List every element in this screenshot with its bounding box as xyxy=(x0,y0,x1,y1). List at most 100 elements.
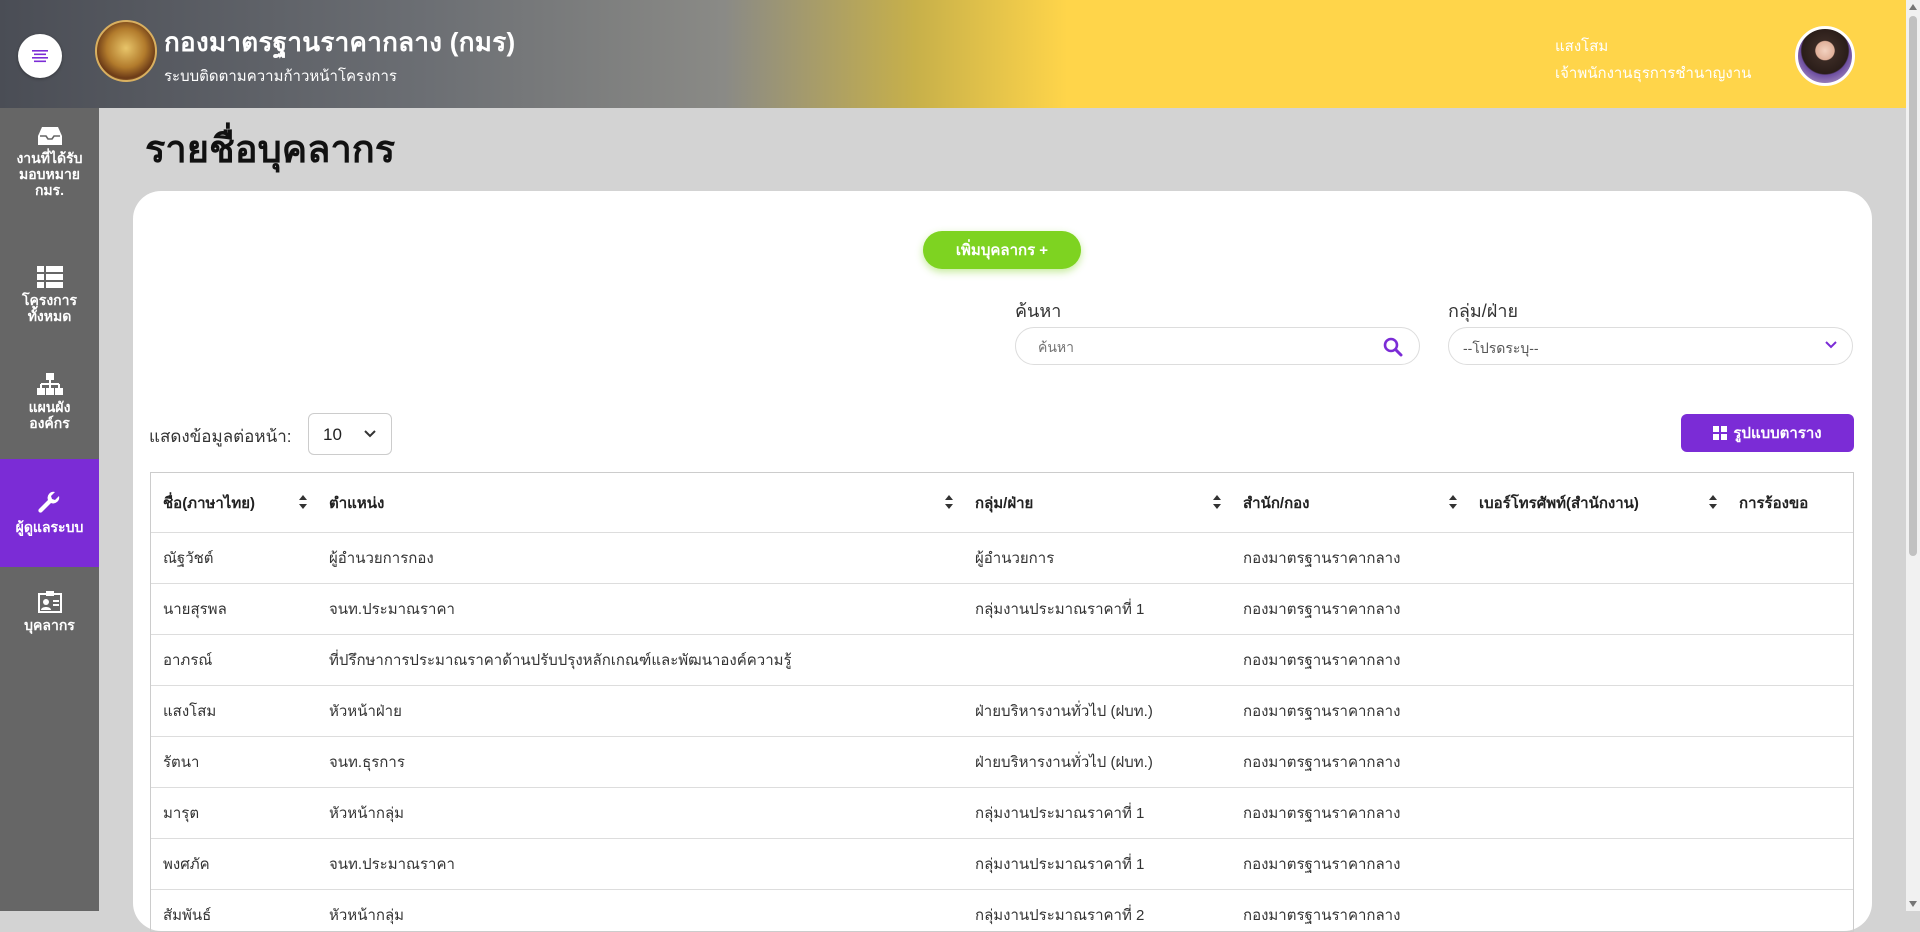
search-field[interactable] xyxy=(1015,327,1420,365)
sort-icon xyxy=(1213,495,1221,509)
table-row[interactable]: มารุต หัวหน้ากลุ่ม กลุ่มงานประมาณราคาที่… xyxy=(151,788,1853,839)
cell-group: ฝ่ายบริหารงานทั่วไป (ฝบท.) xyxy=(963,686,1231,737)
cell-request xyxy=(1727,584,1853,635)
sidebar-item-label: งานที่ได้รับมอบหมาย กมร. xyxy=(10,150,90,198)
menu-icon xyxy=(31,49,49,63)
sidebar-item-personnel[interactable]: บุคลากร xyxy=(0,591,99,651)
sort-icon xyxy=(1449,495,1457,509)
cell-office: กองมาตรฐานราคากลาง xyxy=(1231,737,1467,788)
group-label: กลุ่ม/ฝ่าย xyxy=(1448,296,1518,325)
cell-position: จนท.ประมาณราคา xyxy=(317,839,963,890)
cell-phone xyxy=(1467,635,1727,686)
menu-toggle-button[interactable] xyxy=(18,34,62,78)
scroll-up-arrow[interactable] xyxy=(1909,4,1917,10)
table-row[interactable]: นายสุรพล จนท.ประมาณราคา กลุ่มงานประมาณรา… xyxy=(151,584,1853,635)
app-subtitle: ระบบติดตามความก้าวหน้าโครงการ xyxy=(164,64,397,88)
sidebar-item-admin[interactable]: ผู้ดูแลระบบ xyxy=(0,459,99,567)
cell-name: พงศภัค xyxy=(151,839,317,890)
cell-position: ที่ปรึกษาการประมาณราคาด้านปรับปรุงหลักเก… xyxy=(317,635,963,686)
table-view-label: รูปแบบตาราง xyxy=(1733,421,1821,445)
perpage-label: แสดงข้อมูลต่อหน้า: xyxy=(149,423,291,450)
cell-group: ฝ่ายบริหารงานทั่วไป (ฝบท.) xyxy=(963,737,1231,788)
cell-group: กลุ่มงานประมาณราคาที่ 1 xyxy=(963,839,1231,890)
cell-group: กลุ่มงานประมาณราคาที่ 1 xyxy=(963,584,1231,635)
table-row[interactable]: อาภรณ์ ที่ปรึกษาการประมาณราคาด้านปรับปรุ… xyxy=(151,635,1853,686)
personnel-table: ชื่อ(ภาษาไทย) ตำแหน่ง กลุ่ม/ฝ่าย สำนัก/ก… xyxy=(150,472,1854,932)
page-title: รายชื่อบุคลากร xyxy=(145,118,395,179)
search-icon xyxy=(1383,337,1403,357)
department-seal-logo xyxy=(95,20,157,82)
cell-name: แสงโสม xyxy=(151,686,317,737)
sort-icon xyxy=(299,495,307,509)
sidebar-item-label: บุคลากร xyxy=(10,617,90,633)
cell-position: หัวหน้าฝ่าย xyxy=(317,686,963,737)
cell-request xyxy=(1727,635,1853,686)
cell-office: กองมาตรฐานราคากลาง xyxy=(1231,584,1467,635)
add-personnel-button[interactable]: เพิ่มบุคลากร + xyxy=(923,231,1081,269)
user-role: เจ้าพนักงานธุรการชำนาญงาน xyxy=(1555,61,1751,85)
cell-position: ผู้อำนวยการกอง xyxy=(317,533,963,584)
perpage-select[interactable]: 10 xyxy=(308,413,392,455)
cell-office: กองมาตรฐานราคากลาง xyxy=(1231,533,1467,584)
sidebar-item-label: ผู้ดูแลระบบ xyxy=(10,519,90,535)
org-chart-icon xyxy=(37,373,63,395)
cell-office: กองมาตรฐานราคากลาง xyxy=(1231,686,1467,737)
user-name: แสงโสม xyxy=(1555,34,1608,58)
group-select[interactable]: --โปรดระบุ-- xyxy=(1448,327,1853,365)
cell-phone xyxy=(1467,533,1727,584)
cell-office: กองมาตรฐานราคากลาง xyxy=(1231,788,1467,839)
table-row[interactable]: รัตนา จนท.ธุรการ ฝ่ายบริหารงานทั่วไป (ฝบ… xyxy=(151,737,1853,788)
sidebar: งานที่ได้รับมอบหมาย กมร. โครงการทั้งหมด … xyxy=(0,108,99,911)
column-header-office[interactable]: สำนัก/กอง xyxy=(1231,473,1467,533)
sidebar-item-org-chart[interactable]: แผนผังองค์กร xyxy=(0,373,99,443)
table-row[interactable]: ณัฐวัชต์ ผู้อำนวยการกอง ผู้อำนวยการ กองม… xyxy=(151,533,1853,584)
table-row[interactable]: พงศภัค จนท.ประมาณราคา กลุ่มงานประมาณราคา… xyxy=(151,839,1853,890)
cell-request xyxy=(1727,533,1853,584)
sidebar-item-label: โครงการทั้งหมด xyxy=(10,292,90,324)
grid-icon xyxy=(1713,426,1727,440)
search-input[interactable] xyxy=(1036,336,1370,358)
cell-request xyxy=(1727,788,1853,839)
id-card-icon xyxy=(38,591,62,613)
column-header-position[interactable]: ตำแหน่ง xyxy=(317,473,963,533)
cell-request xyxy=(1727,839,1853,890)
cell-name: ณัฐวัชต์ xyxy=(151,533,317,584)
scroll-down-arrow[interactable] xyxy=(1909,901,1917,907)
sort-icon xyxy=(945,495,953,509)
cell-group xyxy=(963,635,1231,686)
table-view-button[interactable]: รูปแบบตาราง xyxy=(1681,414,1854,452)
cell-phone xyxy=(1467,686,1727,737)
cell-request xyxy=(1727,737,1853,788)
page-scrollbar[interactable] xyxy=(1906,0,1920,911)
cell-name: มารุต xyxy=(151,788,317,839)
column-header-group[interactable]: กลุ่ม/ฝ่าย xyxy=(963,473,1231,533)
sidebar-item-all-projects[interactable]: โครงการทั้งหมด xyxy=(0,266,99,336)
sort-icon xyxy=(1709,495,1717,509)
sidebar-item-assigned-tasks[interactable]: งานที่ได้รับมอบหมาย กมร. xyxy=(0,126,99,226)
cell-position: จนท.ธุรการ xyxy=(317,737,963,788)
top-header: กองมาตรฐานราคากลาง (กมร) ระบบติดตามความก… xyxy=(0,0,1906,108)
app-title: กองมาตรฐานราคากลาง (กมร) xyxy=(164,22,515,63)
column-header-phone[interactable]: เบอร์โทรศัพท์(สำนักงาน) xyxy=(1467,473,1727,533)
table-header-row: ชื่อ(ภาษาไทย) ตำแหน่ง กลุ่ม/ฝ่าย สำนัก/ก… xyxy=(151,473,1853,533)
table-row[interactable]: แสงโสม หัวหน้าฝ่าย ฝ่ายบริหารงานทั่วไป (… xyxy=(151,686,1853,737)
cell-position: จนท.ประมาณราคา xyxy=(317,584,963,635)
chevron-down-icon xyxy=(363,429,377,439)
cell-name: อาภรณ์ xyxy=(151,635,317,686)
column-header-name[interactable]: ชื่อ(ภาษาไทย) xyxy=(151,473,317,533)
cell-phone xyxy=(1467,584,1727,635)
chevron-down-icon xyxy=(1824,340,1838,350)
cell-office: กองมาตรฐานราคากลาง xyxy=(1231,839,1467,890)
cell-request xyxy=(1727,686,1853,737)
user-avatar[interactable] xyxy=(1795,26,1855,86)
column-header-request: การร้องขอ xyxy=(1727,473,1853,533)
cell-group: ผู้อำนวยการ xyxy=(963,533,1231,584)
cell-phone xyxy=(1467,788,1727,839)
cell-name: รัตนา xyxy=(151,737,317,788)
perpage-value: 10 xyxy=(323,425,342,445)
wrench-icon xyxy=(38,491,62,515)
scrollbar-thumb[interactable] xyxy=(1909,16,1917,556)
cell-office: กองมาตรฐานราคากลาง xyxy=(1231,635,1467,686)
inbox-icon xyxy=(38,126,62,146)
cell-group: กลุ่มงานประมาณราคาที่ 1 xyxy=(963,788,1231,839)
